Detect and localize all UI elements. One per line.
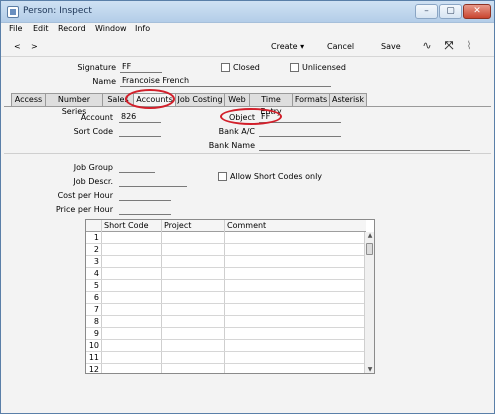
bank-name-label: Bank Name <box>208 141 255 150</box>
tab-number-series[interactable]: Number Series <box>45 93 103 116</box>
object-label: Object <box>228 113 255 122</box>
title-bar[interactable]: Person: Inspect – ▢ ✕ <box>1 1 494 23</box>
menu-edit[interactable]: Edit <box>33 24 49 33</box>
menu-file[interactable]: File <box>9 24 22 33</box>
tab-time-entry[interactable]: Time Entry <box>249 93 293 116</box>
table-row[interactable]: 11 <box>86 352 366 364</box>
bank-ac-label: Bank A/C <box>218 127 255 136</box>
attachment-icon[interactable]: ⌇ <box>462 39 476 53</box>
tab-job-costing[interactable]: Job Costing <box>175 93 225 106</box>
signature-field[interactable]: FF <box>120 62 162 73</box>
column-project[interactable]: Project <box>164 221 191 230</box>
grid-scrollbar[interactable]: ▲ ▼ <box>364 232 374 373</box>
row-number: 1 <box>93 233 99 242</box>
row-number: 7 <box>93 305 99 314</box>
tab-sales[interactable]: Sales <box>102 93 134 106</box>
next-record-button[interactable]: > <box>31 42 38 51</box>
sort-code-label: Sort Code <box>73 127 113 136</box>
row-number: 3 <box>93 257 99 266</box>
table-row[interactable]: 12 <box>86 364 366 374</box>
signature-label: Signature <box>77 63 116 72</box>
table-row[interactable]: 9 <box>86 328 366 340</box>
allow-short-codes-label: Allow Short Codes only <box>230 172 323 181</box>
maximize-button[interactable]: ▢ <box>439 4 462 19</box>
tab-access[interactable]: Access <box>11 93 46 106</box>
scrollbar-thumb[interactable] <box>366 243 373 255</box>
bank-ac-field[interactable] <box>259 126 341 137</box>
short-code-grid: Short Code Project Comment 1 2 3 4 5 6 7… <box>85 219 375 374</box>
tab-web[interactable]: Web <box>224 93 250 106</box>
activity-icon[interactable]: ∿ <box>420 39 434 53</box>
dropdown-arrow-icon: ▾ <box>300 42 305 51</box>
table-row[interactable]: 6 <box>86 292 366 304</box>
table-row[interactable]: 10 <box>86 340 366 352</box>
toolbar: < > Create ▾ Cancel Save ∿ ⤧ ⌇ <box>1 37 494 57</box>
person-inspect-window: Person: Inspect – ▢ ✕ File Edit Record W… <box>0 0 495 414</box>
menu-info[interactable]: Info <box>135 24 150 33</box>
object-field[interactable]: FF <box>259 112 341 123</box>
scroll-down-icon[interactable]: ▼ <box>366 366 374 373</box>
row-number: 11 <box>88 353 99 362</box>
job-group-field[interactable] <box>119 162 155 173</box>
closed-label: Closed <box>233 63 260 72</box>
window-title: Person: Inspect <box>23 6 92 16</box>
close-button[interactable]: ✕ <box>463 4 491 19</box>
create-label: Create <box>271 42 298 51</box>
closed-checkbox[interactable] <box>221 63 230 72</box>
job-descr-label: Job Descr. <box>73 177 113 186</box>
section-divider <box>4 153 491 154</box>
row-number: 10 <box>88 341 99 350</box>
row-number: 12 <box>88 365 99 374</box>
table-row[interactable]: 7 <box>86 304 366 316</box>
job-descr-field[interactable] <box>119 176 187 187</box>
minimize-button[interactable]: – <box>415 4 438 19</box>
tab-formats[interactable]: Formats <box>292 93 330 106</box>
save-button[interactable]: Save <box>381 42 401 51</box>
tab-accounts[interactable]: Accounts <box>133 93 176 107</box>
row-number: 5 <box>93 281 99 290</box>
scroll-up-icon[interactable]: ▲ <box>366 232 374 240</box>
bank-name-field[interactable] <box>259 140 470 151</box>
unlicensed-checkbox[interactable] <box>290 63 299 72</box>
table-row[interactable]: 8 <box>86 316 366 328</box>
name-field[interactable]: Francoise French <box>120 76 331 87</box>
sort-code-field[interactable] <box>119 126 161 137</box>
cost-per-hour-field[interactable] <box>119 190 171 201</box>
connect-icon[interactable]: ⤧ <box>442 39 456 53</box>
cost-per-hour-label: Cost per Hour <box>57 191 113 200</box>
row-number: 8 <box>93 317 99 326</box>
price-per-hour-label: Price per Hour <box>55 205 113 214</box>
app-icon <box>7 6 19 18</box>
cancel-button[interactable]: Cancel <box>327 42 354 51</box>
table-row[interactable]: 4 <box>86 268 366 280</box>
account-label: Account <box>80 113 113 122</box>
table-row[interactable]: 5 <box>86 280 366 292</box>
job-group-label: Job Group <box>73 163 113 172</box>
unlicensed-label: Unlicensed <box>302 63 346 72</box>
name-label: Name <box>92 77 116 86</box>
table-row[interactable]: 3 <box>86 256 366 268</box>
price-per-hour-field[interactable] <box>119 204 171 215</box>
table-row[interactable]: 1 <box>86 232 366 244</box>
grid-header: Short Code Project Comment <box>86 220 366 232</box>
menu-window[interactable]: Window <box>95 24 127 33</box>
column-comment[interactable]: Comment <box>227 221 266 230</box>
table-row[interactable]: 2 <box>86 244 366 256</box>
row-number: 2 <box>93 245 99 254</box>
create-button[interactable]: Create ▾ <box>271 42 304 51</box>
tab-asterisk[interactable]: Asterisk <box>329 93 367 106</box>
account-field[interactable]: 826 <box>119 112 161 123</box>
header-fields: Signature FF Name Francoise French Close… <box>4 58 491 92</box>
row-number: 4 <box>93 269 99 278</box>
previous-record-button[interactable]: < <box>14 42 21 51</box>
column-short-code[interactable]: Short Code <box>104 221 149 230</box>
allow-short-codes-checkbox[interactable] <box>218 172 227 181</box>
row-number: 9 <box>93 329 99 338</box>
menu-record[interactable]: Record <box>58 24 86 33</box>
menu-bar: File Edit Record Window Info <box>1 23 494 37</box>
row-number: 6 <box>93 293 99 302</box>
